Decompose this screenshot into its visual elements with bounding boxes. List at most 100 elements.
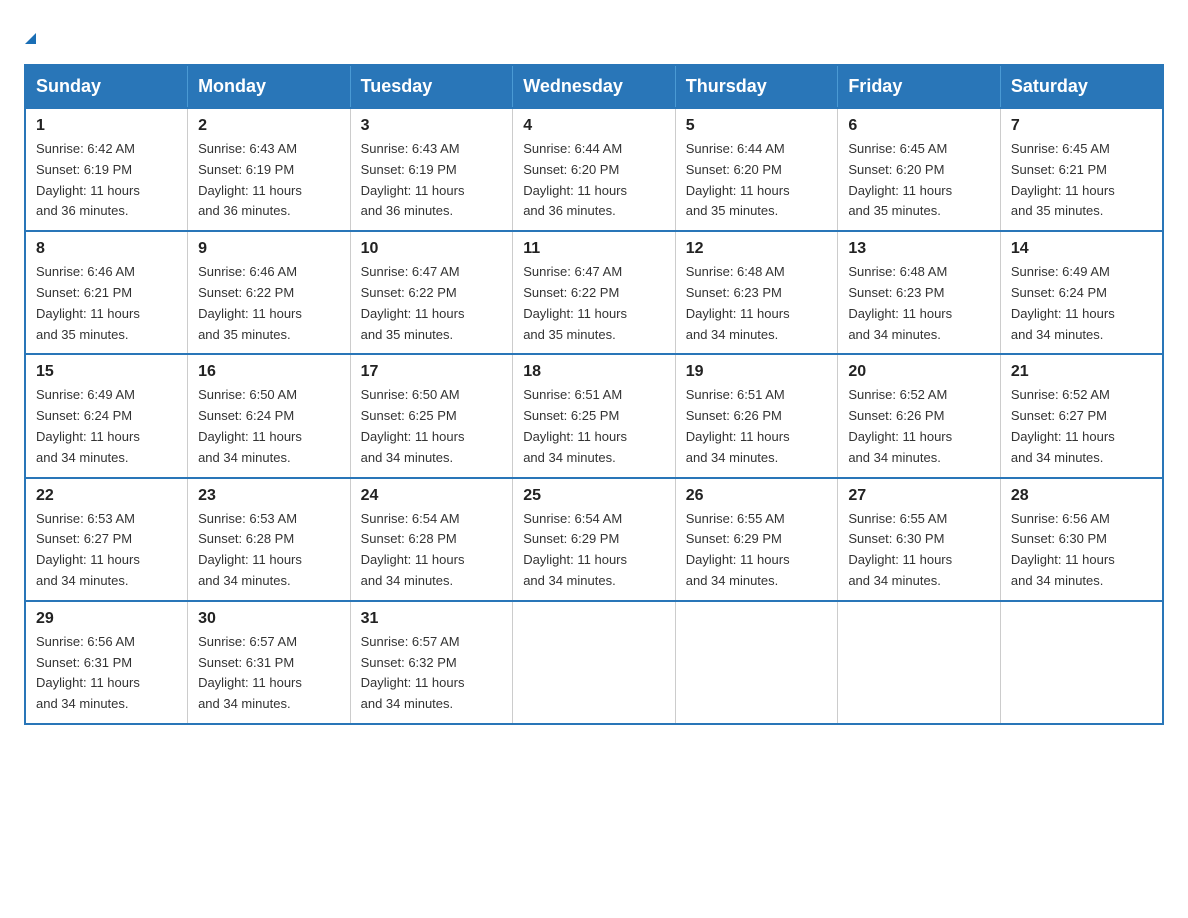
day-number: 30 bbox=[198, 610, 340, 628]
calendar-day-cell: 23 Sunrise: 6:53 AMSunset: 6:28 PMDayligh… bbox=[188, 478, 351, 601]
day-number: 9 bbox=[198, 240, 340, 258]
day-info: Sunrise: 6:43 AMSunset: 6:19 PMDaylight:… bbox=[361, 139, 503, 222]
calendar-week-row: 29 Sunrise: 6:56 AMSunset: 6:31 PMDayligh… bbox=[25, 601, 1163, 724]
day-number: 6 bbox=[848, 117, 990, 135]
day-number: 3 bbox=[361, 117, 503, 135]
day-info: Sunrise: 6:51 AMSunset: 6:26 PMDaylight:… bbox=[686, 385, 828, 468]
day-info: Sunrise: 6:53 AMSunset: 6:27 PMDaylight:… bbox=[36, 509, 177, 592]
day-info: Sunrise: 6:49 AMSunset: 6:24 PMDaylight:… bbox=[1011, 262, 1152, 345]
weekday-header-tuesday: Tuesday bbox=[350, 65, 513, 108]
calendar-day-cell: 30Sunrise: 6:57 AMSunset: 6:31 PMDayligh… bbox=[188, 601, 351, 724]
calendar-day-cell: 3 Sunrise: 6:43 AMSunset: 6:19 PMDaylight… bbox=[350, 108, 513, 231]
calendar-table: SundayMondayTuesdayWednesdayThursdayFrid… bbox=[24, 64, 1164, 725]
weekday-header-saturday: Saturday bbox=[1000, 65, 1163, 108]
calendar-day-cell: 6 Sunrise: 6:45 AMSunset: 6:20 PMDaylight… bbox=[838, 108, 1001, 231]
weekday-header-sunday: Sunday bbox=[25, 65, 188, 108]
calendar-day-cell: 10 Sunrise: 6:47 AMSunset: 6:22 PMDayligh… bbox=[350, 231, 513, 354]
calendar-week-row: 1 Sunrise: 6:42 AMSunset: 6:19 PMDaylight… bbox=[25, 108, 1163, 231]
day-number: 10 bbox=[361, 240, 503, 258]
day-number: 29 bbox=[36, 610, 177, 628]
day-info: Sunrise: 6:54 AMSunset: 6:29 PMDaylight:… bbox=[523, 509, 665, 592]
calendar-day-cell: 28 Sunrise: 6:56 AMSunset: 6:30 PMDayligh… bbox=[1000, 478, 1163, 601]
day-info: Sunrise: 6:50 AMSunset: 6:24 PMDaylight:… bbox=[198, 385, 340, 468]
day-number: 15 bbox=[36, 363, 177, 381]
calendar-day-cell bbox=[1000, 601, 1163, 724]
calendar-day-cell: 22 Sunrise: 6:53 AMSunset: 6:27 PMDayligh… bbox=[25, 478, 188, 601]
weekday-header-friday: Friday bbox=[838, 65, 1001, 108]
day-info: Sunrise: 6:57 AMSunset: 6:32 PMDaylight:… bbox=[361, 632, 503, 715]
day-number: 19 bbox=[686, 363, 828, 381]
day-number: 17 bbox=[361, 363, 503, 381]
day-info: Sunrise: 6:52 AMSunset: 6:27 PMDaylight:… bbox=[1011, 385, 1152, 468]
calendar-week-row: 15Sunrise: 6:49 AMSunset: 6:24 PMDayligh… bbox=[25, 354, 1163, 477]
day-info: Sunrise: 6:56 AMSunset: 6:31 PMDaylight:… bbox=[36, 632, 177, 715]
weekday-header-row: SundayMondayTuesdayWednesdayThursdayFrid… bbox=[25, 65, 1163, 108]
day-info: Sunrise: 6:43 AMSunset: 6:19 PMDaylight:… bbox=[198, 139, 340, 222]
calendar-day-cell: 13Sunrise: 6:48 AMSunset: 6:23 PMDayligh… bbox=[838, 231, 1001, 354]
day-number: 26 bbox=[686, 487, 828, 505]
day-info: Sunrise: 6:44 AMSunset: 6:20 PMDaylight:… bbox=[523, 139, 665, 222]
day-info: Sunrise: 6:55 AMSunset: 6:30 PMDaylight:… bbox=[848, 509, 990, 592]
day-info: Sunrise: 6:45 AMSunset: 6:21 PMDaylight:… bbox=[1011, 139, 1152, 222]
calendar-day-cell: 7 Sunrise: 6:45 AMSunset: 6:21 PMDaylight… bbox=[1000, 108, 1163, 231]
day-info: Sunrise: 6:47 AMSunset: 6:22 PMDaylight:… bbox=[523, 262, 665, 345]
calendar-day-cell: 5 Sunrise: 6:44 AMSunset: 6:20 PMDaylight… bbox=[675, 108, 838, 231]
day-number: 11 bbox=[523, 240, 665, 258]
day-info: Sunrise: 6:50 AMSunset: 6:25 PMDaylight:… bbox=[361, 385, 503, 468]
day-number: 8 bbox=[36, 240, 177, 258]
day-info: Sunrise: 6:45 AMSunset: 6:20 PMDaylight:… bbox=[848, 139, 990, 222]
day-info: Sunrise: 6:42 AMSunset: 6:19 PMDaylight:… bbox=[36, 139, 177, 222]
calendar-day-cell: 14 Sunrise: 6:49 AMSunset: 6:24 PMDayligh… bbox=[1000, 231, 1163, 354]
calendar-body: 1 Sunrise: 6:42 AMSunset: 6:19 PMDaylight… bbox=[25, 108, 1163, 724]
calendar-day-cell: 26Sunrise: 6:55 AMSunset: 6:29 PMDayligh… bbox=[675, 478, 838, 601]
calendar-day-cell bbox=[675, 601, 838, 724]
day-info: Sunrise: 6:51 AMSunset: 6:25 PMDaylight:… bbox=[523, 385, 665, 468]
calendar-day-cell: 12 Sunrise: 6:48 AMSunset: 6:23 PMDayligh… bbox=[675, 231, 838, 354]
day-info: Sunrise: 6:46 AMSunset: 6:22 PMDaylight:… bbox=[198, 262, 340, 345]
day-info: Sunrise: 6:48 AMSunset: 6:23 PMDaylight:… bbox=[686, 262, 828, 345]
calendar-day-cell: 29 Sunrise: 6:56 AMSunset: 6:31 PMDayligh… bbox=[25, 601, 188, 724]
logo-arrow-icon bbox=[25, 22, 36, 44]
calendar-day-cell: 16 Sunrise: 6:50 AMSunset: 6:24 PMDayligh… bbox=[188, 354, 351, 477]
calendar-day-cell: 17 Sunrise: 6:50 AMSunset: 6:25 PMDayligh… bbox=[350, 354, 513, 477]
day-info: Sunrise: 6:47 AMSunset: 6:22 PMDaylight:… bbox=[361, 262, 503, 345]
day-info: Sunrise: 6:53 AMSunset: 6:28 PMDaylight:… bbox=[198, 509, 340, 592]
day-info: Sunrise: 6:54 AMSunset: 6:28 PMDaylight:… bbox=[361, 509, 503, 592]
calendar-day-cell: 21Sunrise: 6:52 AMSunset: 6:27 PMDayligh… bbox=[1000, 354, 1163, 477]
calendar-day-cell: 25 Sunrise: 6:54 AMSunset: 6:29 PMDayligh… bbox=[513, 478, 676, 601]
page-header bbox=[24, 24, 1164, 46]
calendar-day-cell: 9 Sunrise: 6:46 AMSunset: 6:22 PMDaylight… bbox=[188, 231, 351, 354]
weekday-header-thursday: Thursday bbox=[675, 65, 838, 108]
day-number: 4 bbox=[523, 117, 665, 135]
calendar-day-cell: 19 Sunrise: 6:51 AMSunset: 6:26 PMDayligh… bbox=[675, 354, 838, 477]
calendar-day-cell: 1 Sunrise: 6:42 AMSunset: 6:19 PMDaylight… bbox=[25, 108, 188, 231]
day-number: 18 bbox=[523, 363, 665, 381]
day-number: 2 bbox=[198, 117, 340, 135]
day-number: 22 bbox=[36, 487, 177, 505]
day-number: 12 bbox=[686, 240, 828, 258]
calendar-day-cell: 20Sunrise: 6:52 AMSunset: 6:26 PMDayligh… bbox=[838, 354, 1001, 477]
calendar-day-cell bbox=[513, 601, 676, 724]
day-number: 7 bbox=[1011, 117, 1152, 135]
calendar-week-row: 8 Sunrise: 6:46 AMSunset: 6:21 PMDaylight… bbox=[25, 231, 1163, 354]
day-number: 16 bbox=[198, 363, 340, 381]
day-info: Sunrise: 6:46 AMSunset: 6:21 PMDaylight:… bbox=[36, 262, 177, 345]
day-number: 24 bbox=[361, 487, 503, 505]
calendar-day-cell: 24 Sunrise: 6:54 AMSunset: 6:28 PMDayligh… bbox=[350, 478, 513, 601]
day-number: 25 bbox=[523, 487, 665, 505]
calendar-day-cell: 11 Sunrise: 6:47 AMSunset: 6:22 PMDayligh… bbox=[513, 231, 676, 354]
day-number: 23 bbox=[198, 487, 340, 505]
day-number: 28 bbox=[1011, 487, 1152, 505]
day-info: Sunrise: 6:56 AMSunset: 6:30 PMDaylight:… bbox=[1011, 509, 1152, 592]
logo bbox=[24, 24, 36, 46]
calendar-day-cell: 27Sunrise: 6:55 AMSunset: 6:30 PMDayligh… bbox=[838, 478, 1001, 601]
day-number: 20 bbox=[848, 363, 990, 381]
day-number: 5 bbox=[686, 117, 828, 135]
weekday-header-monday: Monday bbox=[188, 65, 351, 108]
day-info: Sunrise: 6:44 AMSunset: 6:20 PMDaylight:… bbox=[686, 139, 828, 222]
calendar-day-cell: 15Sunrise: 6:49 AMSunset: 6:24 PMDayligh… bbox=[25, 354, 188, 477]
calendar-day-cell: 4 Sunrise: 6:44 AMSunset: 6:20 PMDaylight… bbox=[513, 108, 676, 231]
day-number: 14 bbox=[1011, 240, 1152, 258]
calendar-day-cell: 2 Sunrise: 6:43 AMSunset: 6:19 PMDaylight… bbox=[188, 108, 351, 231]
day-number: 1 bbox=[36, 117, 177, 135]
